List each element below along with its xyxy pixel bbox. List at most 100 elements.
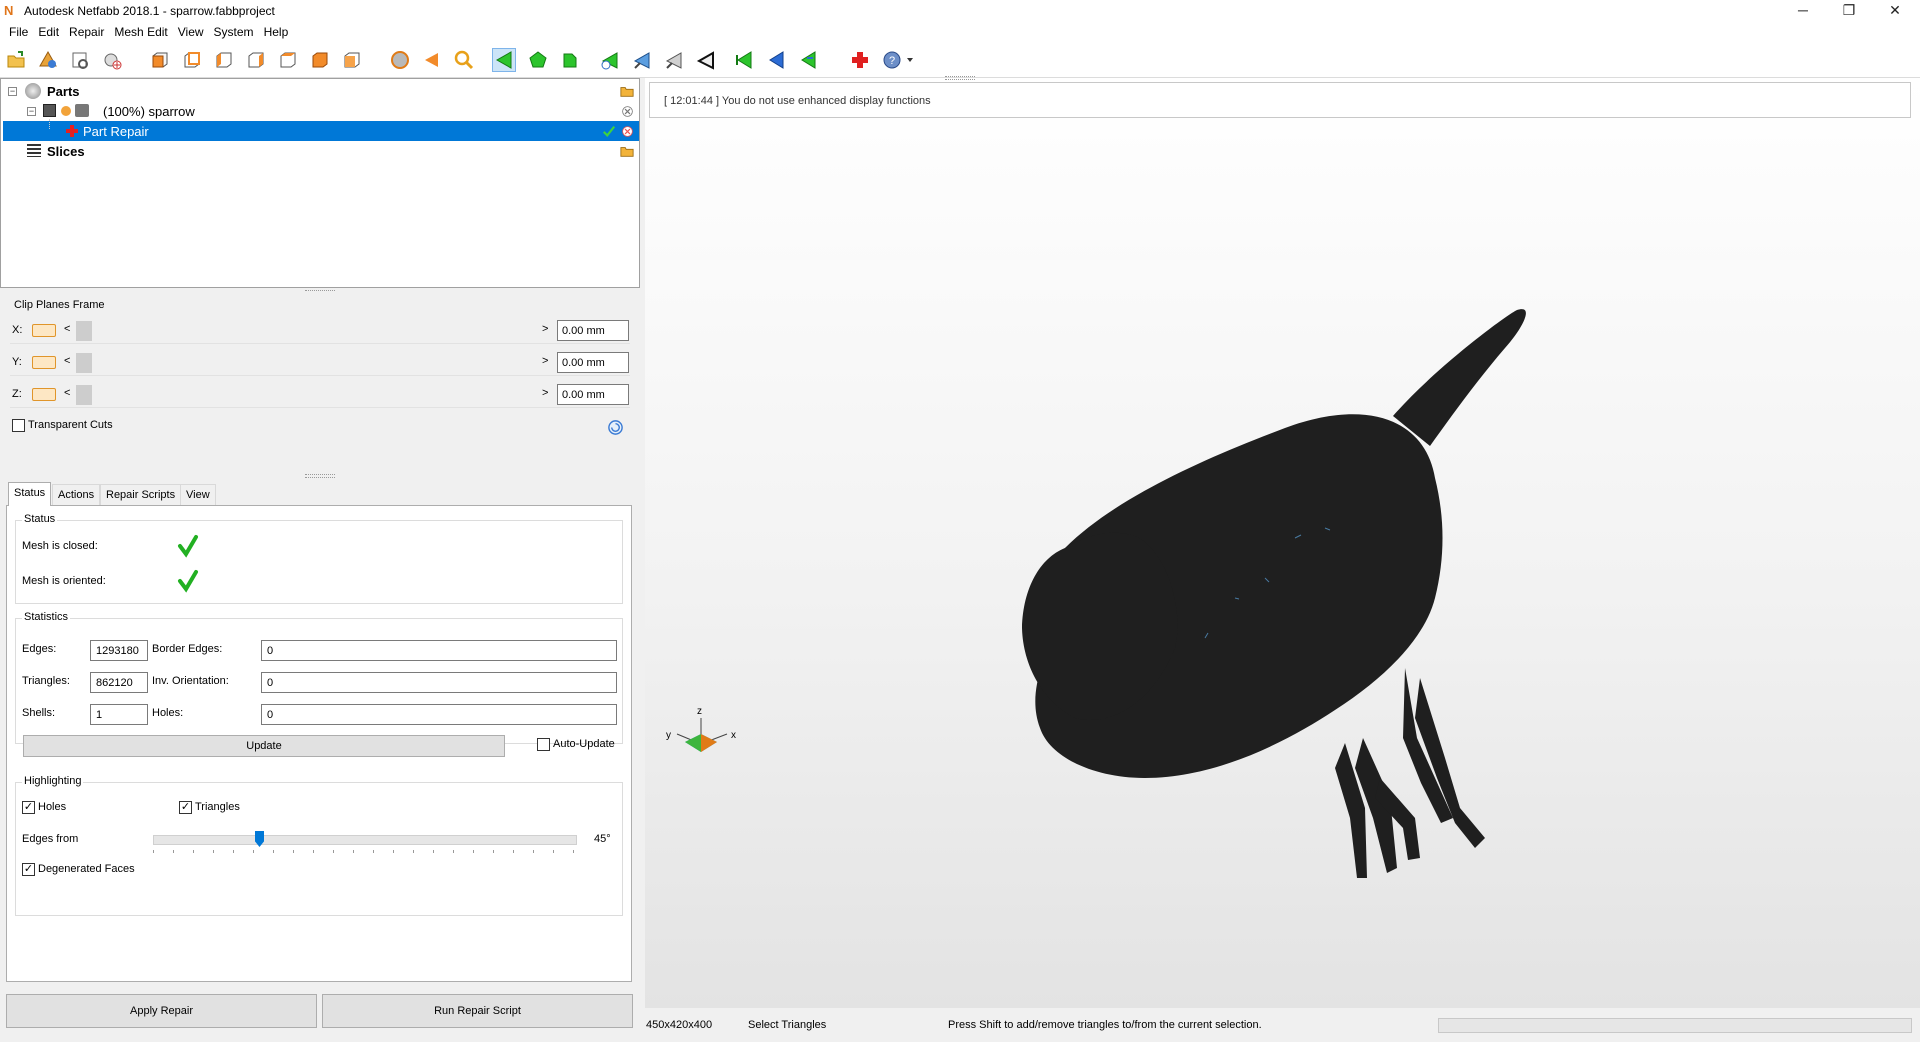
folder-icon[interactable] (619, 143, 635, 159)
tree-part-repair[interactable]: Part Repair (3, 119, 639, 141)
holes-checkbox[interactable]: ✓ (22, 801, 35, 814)
tab-status[interactable]: Status (8, 482, 52, 506)
menu-repair[interactable]: Repair (64, 22, 109, 42)
border-edges-label: Border Edges: (152, 643, 223, 655)
slider-thumb[interactable] (76, 353, 92, 373)
degenerated-faces-checkbox[interactable]: ✓ (22, 863, 35, 876)
transparent-cuts-checkbox[interactable] (12, 419, 25, 432)
tree-line (49, 119, 50, 129)
tab-repair-scripts[interactable]: Repair Scripts (100, 484, 182, 506)
view-top-icon[interactable] (276, 48, 300, 72)
add-support-icon[interactable] (100, 48, 124, 72)
view-iso-icon[interactable] (340, 48, 364, 72)
part-properties-icon[interactable] (68, 48, 92, 72)
view-right-icon[interactable] (244, 48, 268, 72)
triangle-tool-icon[interactable] (630, 48, 654, 72)
tab-view[interactable]: View (180, 484, 216, 506)
slider-thumb[interactable] (76, 385, 92, 405)
select-shell-icon[interactable] (558, 48, 582, 72)
shading-sphere-icon[interactable] (388, 48, 412, 72)
view-bottom-icon[interactable] (308, 48, 332, 72)
run-repair-script-button[interactable]: Run Repair Script (322, 994, 633, 1028)
slider-left-arrow[interactable]: < (64, 355, 70, 367)
menu-view[interactable]: View (173, 22, 209, 42)
clip-toggle-y[interactable] (32, 356, 56, 369)
menu-mesh-edit[interactable]: Mesh Edit (109, 22, 172, 42)
open-project-icon[interactable] (4, 48, 28, 72)
sparrow-model[interactable] (645, 78, 1920, 1008)
select-green-alt-icon[interactable] (796, 48, 820, 72)
menu-system[interactable]: System (209, 22, 259, 42)
clip-value-z[interactable] (557, 384, 629, 405)
clip-slider-y[interactable] (76, 353, 546, 373)
shells-value[interactable] (90, 704, 148, 725)
restore-button[interactable]: ❐ (1826, 0, 1872, 22)
holes-value[interactable] (261, 704, 617, 725)
highlighting-title: Highlighting (22, 775, 84, 787)
repair-tabs-panel: Status Actions Repair Scripts View Statu… (0, 480, 640, 1028)
clip-toggle-x[interactable] (32, 324, 56, 337)
triangles-checkbox[interactable]: ✓ (179, 801, 192, 814)
collapse-icon[interactable]: − (8, 87, 17, 96)
repair-cross-icon[interactable] (848, 48, 872, 72)
slider-right-arrow[interactable]: > (542, 323, 548, 335)
triangle-edit-icon[interactable] (662, 48, 686, 72)
update-button[interactable]: Update (23, 735, 505, 757)
border-edges-value[interactable] (261, 640, 617, 661)
shells-label: Shells: (22, 707, 56, 719)
tree-parts[interactable]: − Parts (1, 81, 637, 101)
inv-orientation-value[interactable] (261, 672, 617, 693)
window-title: Autodesk Netfabb 2018.1 - sparrow.fabbpr… (24, 4, 275, 18)
apply-repair-button[interactable]: Apply Repair (6, 994, 317, 1028)
triangles-value[interactable] (90, 672, 148, 693)
clip-toggle-z[interactable] (32, 388, 56, 401)
select-blue-icon[interactable] (764, 48, 788, 72)
view-left-icon[interactable] (212, 48, 236, 72)
minimize-button[interactable]: ─ (1780, 0, 1826, 22)
select-triangles-icon[interactable] (492, 48, 516, 72)
help-dropdown-icon[interactable]: ? (880, 48, 916, 72)
tree-slices[interactable]: Slices (1, 141, 637, 161)
clip-value-x[interactable] (557, 320, 629, 341)
remove-part-icon[interactable] (619, 103, 635, 119)
edges-value[interactable] (90, 640, 148, 661)
reset-clip-icon[interactable] (607, 419, 624, 436)
slider-right-arrow[interactable]: > (542, 355, 548, 367)
part-view-icon (75, 104, 89, 117)
tree-part-sparrow[interactable]: − (100%) sparrow (1, 101, 637, 121)
clip-slider-z[interactable] (76, 385, 546, 405)
auto-update-label: Auto-Update (553, 738, 615, 750)
close-button[interactable]: ✕ (1872, 0, 1918, 22)
triangle-cut-icon[interactable] (694, 48, 718, 72)
select-green-icon[interactable] (732, 48, 756, 72)
clip-value-y[interactable] (557, 352, 629, 373)
status-group-title: Status (22, 513, 58, 525)
auto-update-checkbox[interactable] (537, 738, 550, 751)
slices-label: Slices (47, 143, 85, 159)
add-triangle-icon[interactable] (598, 48, 622, 72)
view-back-icon[interactable] (180, 48, 204, 72)
degenerated-faces-label: Degenerated Faces (38, 863, 135, 875)
clip-slider-x[interactable] (76, 321, 546, 341)
previous-view-icon[interactable] (420, 48, 444, 72)
tab-actions[interactable]: Actions (52, 484, 101, 506)
add-part-icon[interactable] (36, 48, 60, 72)
menu-help[interactable]: Help (259, 22, 294, 42)
menu-edit[interactable]: Edit (33, 22, 64, 42)
3d-viewport[interactable]: [ 12:01:44 ] You do not use enhanced dis… (645, 76, 1920, 1008)
zoom-icon[interactable] (452, 48, 476, 72)
select-surface-icon[interactable] (526, 48, 550, 72)
collapse-icon[interactable]: − (27, 107, 36, 116)
slider-left-arrow[interactable]: < (64, 387, 70, 399)
clip-row-x: X: < > (10, 318, 630, 344)
cancel-repair-icon[interactable] (619, 123, 635, 139)
view-front-icon[interactable] (148, 48, 172, 72)
accept-check-icon[interactable] (601, 123, 617, 139)
slider-thumb[interactable] (76, 321, 92, 341)
menu-file[interactable]: File (4, 22, 33, 42)
folder-icon[interactable] (619, 83, 635, 99)
panel-splitter[interactable] (305, 474, 335, 478)
slider-right-arrow[interactable]: > (542, 387, 548, 399)
slider-left-arrow[interactable]: < (64, 323, 70, 335)
edges-from-slider[interactable] (153, 835, 577, 845)
